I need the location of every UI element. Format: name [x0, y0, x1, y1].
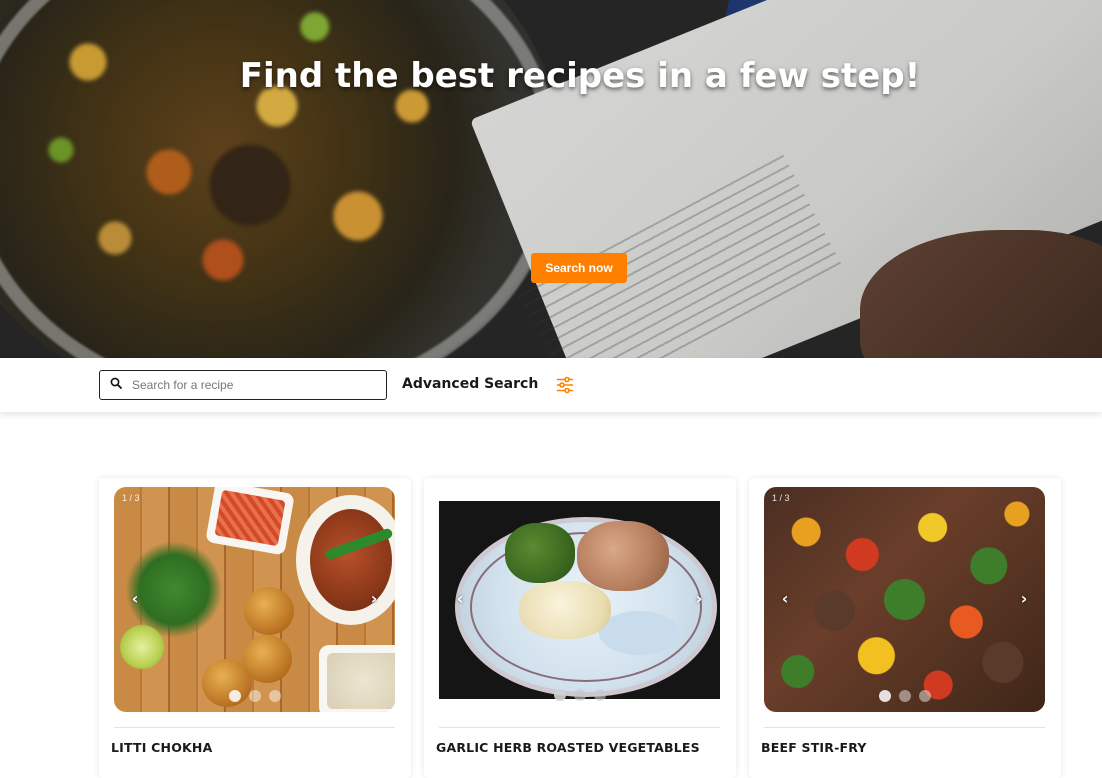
chevron-right-icon[interactable]: › — [1017, 591, 1031, 607]
recipe-carousel[interactable]: 1 / 3 ‹ › — [764, 487, 1045, 712]
recipe-carousel[interactable]: 1 / 3 ‹ › — [439, 487, 720, 712]
recipe-card[interactable]: 1 / 3 ‹ › BEEF STIR-FRY — [749, 478, 1061, 778]
search-box[interactable] — [99, 370, 387, 400]
slide-counter: 1 / 3 — [122, 493, 140, 503]
recipe-card[interactable]: 1 / 3 ‹ › GARLIC HERB ROASTED VEGETABLES — [424, 478, 736, 778]
recipe-photo-plate-well — [599, 611, 679, 655]
carousel-dots — [439, 689, 720, 701]
recipe-photo-litti — [244, 587, 294, 635]
recipe-title[interactable]: LITTI CHOKHA — [111, 740, 212, 755]
recipe-title[interactable]: BEEF STIR-FRY — [761, 740, 867, 755]
recipe-photo — [439, 501, 720, 699]
advanced-search-label[interactable]: Advanced Search — [402, 376, 538, 392]
search-bar: Advanced Search — [0, 358, 1102, 412]
sliders-icon[interactable] — [556, 376, 574, 394]
slide-counter: 1 / 3 — [772, 493, 790, 503]
chevron-left-icon[interactable]: ‹ — [778, 591, 792, 607]
carousel-dot[interactable] — [553, 689, 566, 701]
carousel-dot[interactable] — [248, 690, 261, 702]
card-divider — [439, 727, 720, 728]
carousel-dot[interactable] — [898, 690, 911, 702]
carousel-dot[interactable] — [918, 690, 931, 702]
carousel-dots — [114, 690, 395, 702]
carousel-dot[interactable] — [268, 690, 281, 702]
carousel-dot[interactable] — [593, 689, 606, 701]
slide-counter: 1 / 3 — [447, 493, 465, 503]
recipe-title[interactable]: GARLIC HERB ROASTED VEGETABLES — [436, 740, 700, 755]
recipe-photo-chicken — [577, 521, 669, 591]
hero-overlay — [0, 0, 1102, 358]
search-icon — [110, 376, 122, 394]
search-now-button[interactable]: Search now — [531, 253, 627, 283]
chevron-left-icon[interactable]: ‹ — [453, 591, 467, 607]
carousel-dot[interactable] — [228, 690, 241, 702]
recipe-photo-lime — [120, 625, 164, 669]
chevron-left-icon[interactable]: ‹ — [128, 591, 142, 607]
recipe-photo-mashed-potato — [519, 581, 611, 639]
chevron-right-icon[interactable]: › — [367, 591, 381, 607]
recipe-photo-herb — [124, 542, 224, 637]
recipe-carousel[interactable]: 1 / 3 ‹ › — [114, 487, 395, 712]
recipe-photo-broccoli — [505, 523, 575, 583]
chevron-right-icon[interactable]: › — [692, 591, 706, 607]
search-input[interactable] — [132, 378, 372, 392]
hero-title: Find the best recipes in a few step! — [239, 56, 921, 96]
carousel-dot[interactable] — [573, 689, 586, 701]
carousel-dot[interactable] — [878, 690, 891, 702]
card-divider — [114, 727, 395, 728]
carousel-dots — [764, 690, 1045, 702]
recipe-card[interactable]: 1 / 3 ‹ › LITTI CHOKHA — [99, 478, 411, 778]
recipe-photo-bowl — [205, 487, 295, 556]
hero-banner: Find the best recipes in a few step! Sea… — [0, 0, 1102, 358]
card-divider — [764, 727, 1045, 728]
